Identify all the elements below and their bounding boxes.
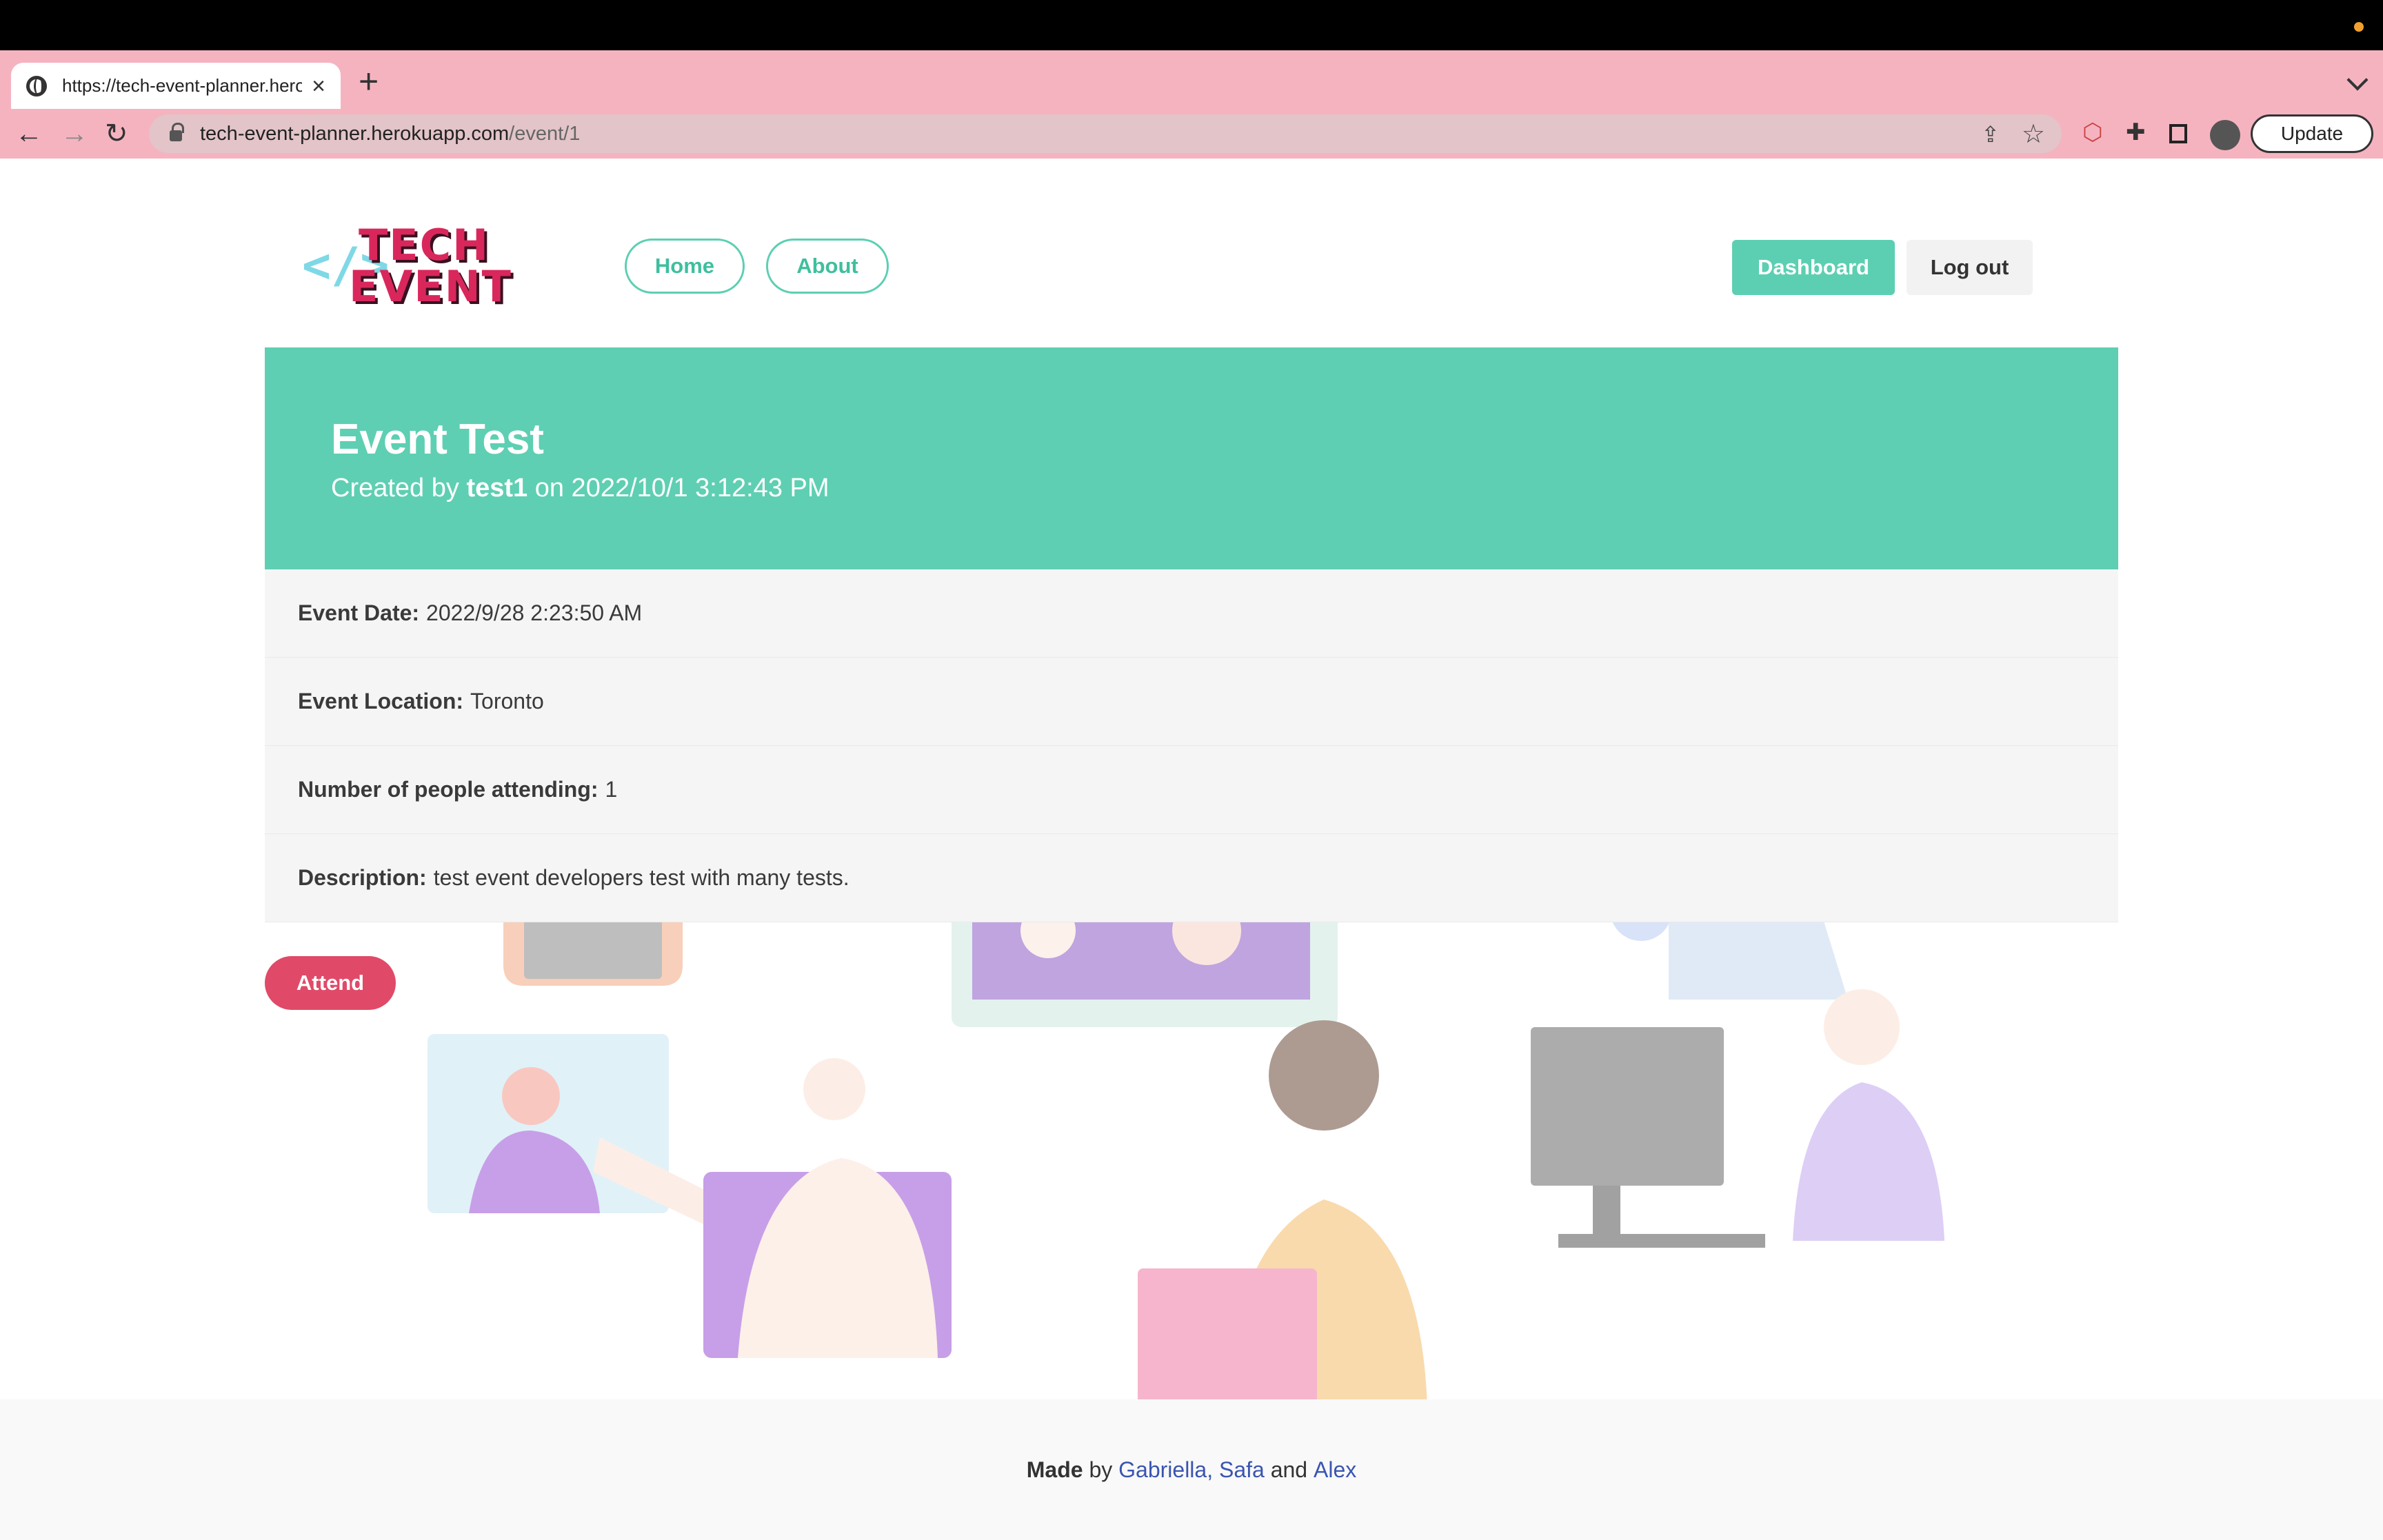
web-page: </> TECH EVENT Home About Dashboard Log … (0, 159, 2383, 1540)
event-attending-label: Number of people attending: (298, 777, 599, 802)
event-location-value: Toronto (470, 689, 544, 713)
event-title: Event Test (331, 416, 544, 463)
created-date: on 2022/10/1 3:12:43 PM (534, 474, 829, 503)
nav-about-button[interactable]: About (766, 239, 889, 294)
logout-button[interactable]: Log out (1907, 240, 2033, 295)
puzzle-icon[interactable]: ✚ (2126, 119, 2146, 146)
url-host: tech-event-planner.herokuapp.com (200, 122, 510, 145)
profile-avatar[interactable] (2210, 120, 2240, 150)
event-attending-row: Number of people attending: 1 (265, 746, 2118, 834)
event-date-value: 2022/9/28 2:23:50 AM (426, 600, 643, 625)
forward-arrow-icon[interactable]: → (61, 119, 88, 149)
tab-title: https://tech-event-planner.herokuapp.com… (62, 75, 303, 96)
browser-tab-strip: https://tech-event-planner.herokuapp.com… (0, 50, 2383, 109)
footer-link-alex[interactable]: Alex (1314, 1457, 1356, 1483)
site-logo[interactable]: </> TECH EVENT (302, 220, 512, 321)
extension-icon[interactable]: ⬡ (2082, 119, 2103, 146)
back-arrow-icon[interactable]: ← (15, 119, 43, 149)
footer: Made by Gabriella, Safa and Alex (0, 1399, 2383, 1540)
event-description-row: Description: test event developers test … (265, 834, 2118, 922)
nav-home-button[interactable]: Home (625, 239, 745, 294)
footer-and: and (1270, 1457, 1308, 1482)
share-icon[interactable]: ⇪ (1981, 121, 2000, 148)
notification-dot-icon (2354, 22, 2364, 32)
logo-text: TECH EVENT (349, 220, 512, 308)
new-tab-button[interactable]: + (359, 64, 379, 99)
event-location-row: Event Location: Toronto (265, 658, 2118, 746)
footer-made: Made (1026, 1457, 1083, 1482)
browser-tab[interactable]: https://tech-event-planner.herokuapp.com… (11, 63, 341, 109)
event-created-info: Created by test1 on 2022/10/1 3:12:43 PM (331, 474, 2052, 503)
dashboard-button[interactable]: Dashboard (1732, 240, 1895, 295)
people-illustration-icon (428, 910, 1944, 1406)
attend-button[interactable]: Attend (265, 956, 396, 1010)
logo-line-2: EVENT (349, 261, 512, 312)
footer-by: by (1089, 1457, 1113, 1482)
event-description-value: test event developers test with many tes… (433, 865, 849, 890)
logo-line-1: TECH (359, 220, 490, 270)
created-prefix: Created by (331, 474, 459, 503)
footer-link-safa[interactable]: Safa (1219, 1457, 1265, 1483)
event-header: Event Test Created by test1 on 2022/10/1… (265, 347, 2118, 569)
sidebar-icon[interactable] (2169, 124, 2187, 143)
event-details-list: Event Date: 2022/9/28 2:23:50 AM Event L… (265, 569, 2118, 922)
event-date-row: Event Date: 2022/9/28 2:23:50 AM (265, 569, 2118, 658)
lock-icon[interactable] (170, 123, 184, 141)
url-path: /event/1 (509, 122, 581, 145)
browser-toolbar: ← → ↻ tech-event-planner.herokuapp.com/e… (0, 109, 2383, 159)
event-creator: test1 (466, 474, 528, 503)
chevron-down-icon[interactable] (2346, 69, 2369, 91)
star-icon[interactable]: ☆ (2022, 119, 2045, 150)
reload-icon[interactable]: ↻ (105, 119, 128, 149)
footer-link-gabriella[interactable]: Gabriella, (1118, 1457, 1213, 1483)
close-icon[interactable]: × (312, 74, 325, 98)
os-top-bar (0, 0, 2383, 50)
event-location-label: Event Location: (298, 689, 464, 713)
update-button[interactable]: Update (2251, 114, 2373, 153)
event-date-label: Event Date: (298, 600, 420, 625)
address-bar[interactable]: tech-event-planner.herokuapp.com/event/1… (149, 114, 2062, 153)
event-attending-value: 1 (605, 777, 618, 802)
event-description-label: Description: (298, 865, 427, 890)
globe-icon (26, 75, 47, 97)
